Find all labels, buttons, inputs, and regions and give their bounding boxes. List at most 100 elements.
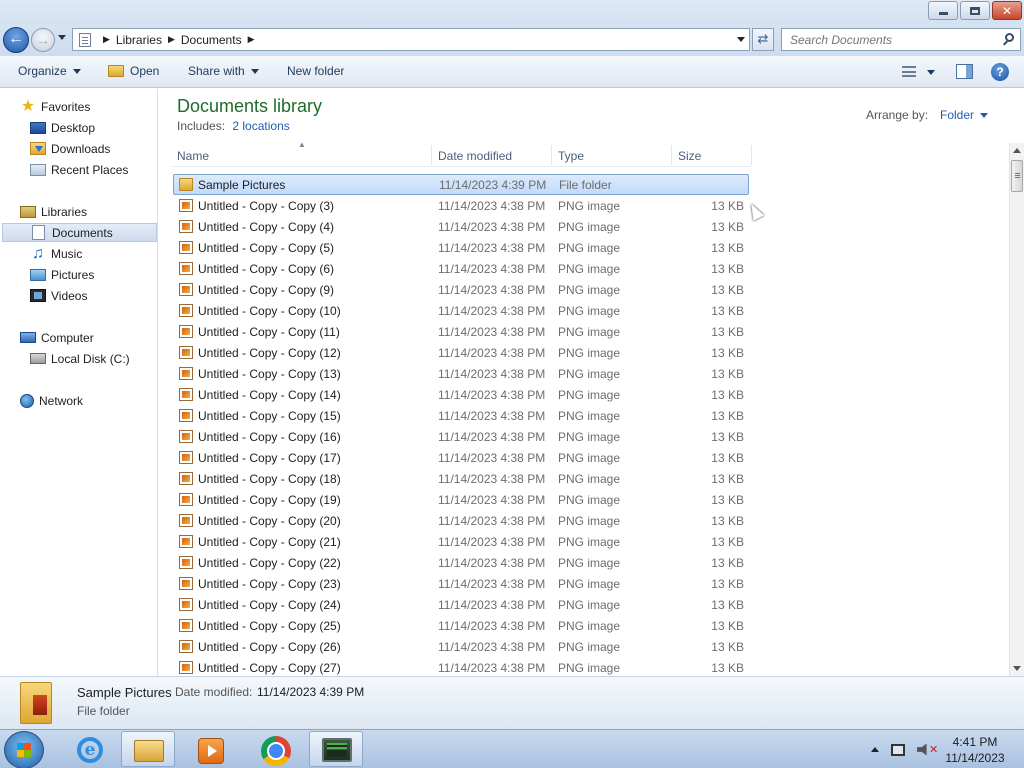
- file-name: Untitled - Copy - Copy (21): [198, 535, 341, 549]
- help-icon[interactable]: ?: [991, 63, 1009, 81]
- column-size[interactable]: Size: [678, 149, 701, 169]
- png-icon: [179, 535, 193, 548]
- back-button[interactable]: ←: [3, 27, 29, 53]
- start-button[interactable]: [4, 731, 44, 768]
- file-size: 13 KB: [711, 472, 744, 486]
- file-row[interactable]: Untitled - Copy - Copy (16) 11/14/2023 4:…: [173, 426, 749, 447]
- breadcrumb-documents[interactable]: Documents: [181, 33, 242, 47]
- search-icon[interactable]: [1005, 33, 1014, 42]
- file-row[interactable]: Untitled - Copy - Copy (19) 11/14/2023 4:…: [173, 489, 749, 510]
- nav-documents[interactable]: Documents: [2, 223, 157, 242]
- file-name: Sample Pictures: [198, 178, 286, 192]
- address-bar[interactable]: ▶ Libraries ▶ Documents ▶: [72, 28, 750, 51]
- change-view-icon[interactable]: [902, 66, 916, 77]
- vertical-scrollbar[interactable]: [1009, 143, 1024, 676]
- nav-local-disk[interactable]: Local Disk (C:): [30, 349, 130, 368]
- nav-downloads[interactable]: Downloads: [30, 139, 110, 158]
- column-divider[interactable]: [431, 145, 432, 165]
- breadcrumb-separator-icon[interactable]: ▶: [248, 34, 255, 45]
- file-row[interactable]: Untitled - Copy - Copy (5) 11/14/2023 4:3…: [173, 237, 749, 258]
- refresh-button[interactable]: ⇄: [752, 28, 774, 51]
- taskbar-chrome[interactable]: [247, 731, 301, 767]
- taskbar-windows-explorer[interactable]: [121, 731, 175, 767]
- file-row[interactable]: Untitled - Copy - Copy (18) 11/14/2023 4:…: [173, 468, 749, 489]
- file-type: PNG image: [558, 325, 621, 339]
- file-row[interactable]: Untitled - Copy - Copy (21) 11/14/2023 4:…: [173, 531, 749, 552]
- file-name: Untitled - Copy - Copy (5): [198, 241, 335, 255]
- search-box[interactable]: [781, 28, 1021, 51]
- hard-disk-icon: [30, 353, 46, 364]
- file-row[interactable]: Untitled - Copy - Copy (24) 11/14/2023 4:…: [173, 594, 749, 615]
- file-row[interactable]: Untitled - Copy - Copy (22) 11/14/2023 4:…: [173, 552, 749, 573]
- file-row[interactable]: Untitled - Copy - Copy (11) 11/14/2023 4:…: [173, 321, 749, 342]
- file-row[interactable]: Untitled - Copy - Copy (13) 11/14/2023 4:…: [173, 363, 749, 384]
- breadcrumb-separator-icon[interactable]: ▶: [103, 34, 110, 45]
- nav-recent-places[interactable]: Recent Places: [30, 160, 128, 179]
- open-button[interactable]: Open: [108, 64, 159, 78]
- column-type[interactable]: Type: [558, 149, 584, 169]
- file-row[interactable]: Untitled - Copy - Copy (12) 11/14/2023 4:…: [173, 342, 749, 363]
- nav-favorites[interactable]: ★ Favorites: [20, 97, 91, 116]
- preview-pane-icon[interactable]: [956, 64, 973, 79]
- file-row[interactable]: Untitled - Copy - Copy (15) 11/14/2023 4:…: [173, 405, 749, 426]
- file-row[interactable]: Untitled - Copy - Copy (3) 11/14/2023 4:3…: [173, 195, 749, 216]
- file-type: PNG image: [558, 619, 621, 633]
- taskbar-media-player[interactable]: [183, 731, 237, 767]
- recent-pages-dropdown[interactable]: [58, 35, 66, 40]
- column-divider[interactable]: [751, 145, 752, 165]
- column-divider[interactable]: [671, 145, 672, 165]
- close-button[interactable]: ✕: [992, 1, 1022, 20]
- nav-pictures[interactable]: Pictures: [30, 265, 94, 284]
- file-row[interactable]: Untitled - Copy - Copy (6) 11/14/2023 4:3…: [173, 258, 749, 279]
- maximize-button[interactable]: [960, 1, 990, 20]
- organize-label: Organize: [18, 64, 67, 78]
- file-row[interactable]: Untitled - Copy - Copy (27) 11/14/2023 4:…: [173, 657, 749, 678]
- network-status-icon[interactable]: [891, 743, 905, 756]
- minimize-button[interactable]: [928, 1, 958, 20]
- file-row[interactable]: Untitled - Copy - Copy (10) 11/14/2023 4:…: [173, 300, 749, 321]
- clock[interactable]: 4:41 PM 11/14/2023: [940, 734, 1010, 766]
- file-date-modified: 11/14/2023 4:38 PM: [438, 199, 546, 213]
- file-row[interactable]: Sample Pictures 11/14/2023 4:39 PM File fo…: [173, 174, 749, 195]
- breadcrumb-libraries[interactable]: Libraries: [116, 33, 162, 47]
- address-history-dropdown-icon[interactable]: [737, 37, 745, 42]
- file-date-modified: 11/14/2023 4:38 PM: [438, 409, 546, 423]
- scroll-thumb[interactable]: [1011, 160, 1023, 192]
- column-name[interactable]: Name: [177, 149, 209, 169]
- volume-icon[interactable]: [917, 743, 927, 756]
- file-row[interactable]: Untitled - Copy - Copy (14) 11/14/2023 4:…: [173, 384, 749, 405]
- show-hidden-icons-icon[interactable]: [871, 747, 879, 752]
- share-with-menu[interactable]: Share with: [188, 64, 259, 78]
- file-row[interactable]: Untitled - Copy - Copy (20) 11/14/2023 4:…: [173, 510, 749, 531]
- view-options-dropdown-icon[interactable]: [927, 70, 935, 75]
- arrange-by-dropdown[interactable]: Folder: [940, 108, 989, 122]
- nav-computer[interactable]: Computer: [20, 328, 94, 347]
- file-size: 13 KB: [711, 640, 744, 654]
- scroll-down-icon[interactable]: [1013, 666, 1021, 671]
- column-date-modified[interactable]: Date modified: [438, 149, 512, 169]
- nav-desktop[interactable]: Desktop: [30, 118, 95, 137]
- taskbar-terminal[interactable]: [309, 731, 363, 767]
- taskbar-internet-explorer[interactable]: e: [62, 731, 116, 767]
- png-icon: [179, 409, 193, 422]
- recent-places-icon: [30, 163, 46, 176]
- locations-link[interactable]: 2 locations: [232, 119, 289, 133]
- scroll-up-icon[interactable]: [1013, 148, 1021, 153]
- file-row[interactable]: Untitled - Copy - Copy (17) 11/14/2023 4:…: [173, 447, 749, 468]
- nav-videos[interactable]: Videos: [30, 286, 87, 305]
- file-row[interactable]: Untitled - Copy - Copy (23) 11/14/2023 4:…: [173, 573, 749, 594]
- new-folder-button[interactable]: New folder: [287, 64, 344, 78]
- nav-network[interactable]: Network: [20, 391, 83, 410]
- file-row[interactable]: Untitled - Copy - Copy (26) 11/14/2023 4:…: [173, 636, 749, 657]
- file-name: Untitled - Copy - Copy (17): [198, 451, 341, 465]
- breadcrumb-separator-icon[interactable]: ▶: [168, 34, 175, 45]
- nav-libraries[interactable]: Libraries: [20, 202, 87, 221]
- file-row[interactable]: Untitled - Copy - Copy (25) 11/14/2023 4:…: [173, 615, 749, 636]
- nav-music[interactable]: ♫ Music: [30, 244, 82, 263]
- column-divider[interactable]: [551, 145, 552, 165]
- organize-menu[interactable]: Organize: [18, 64, 81, 78]
- file-row[interactable]: Untitled - Copy - Copy (4) 11/14/2023 4:3…: [173, 216, 749, 237]
- file-row[interactable]: Untitled - Copy - Copy (9) 11/14/2023 4:3…: [173, 279, 749, 300]
- forward-button[interactable]: →: [31, 28, 55, 52]
- search-input[interactable]: [782, 29, 992, 50]
